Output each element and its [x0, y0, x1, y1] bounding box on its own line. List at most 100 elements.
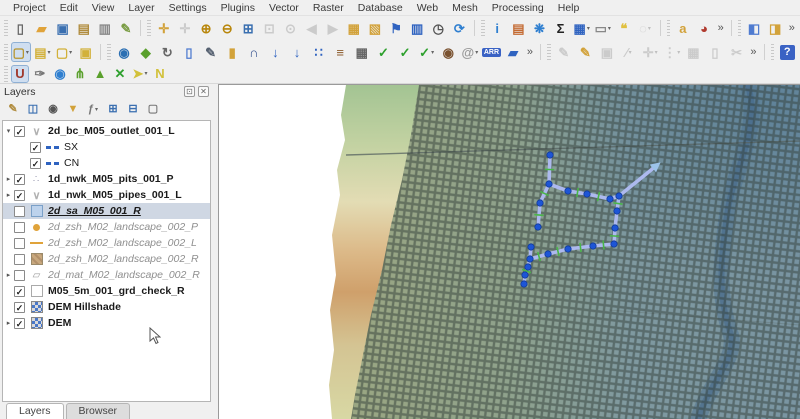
menu-raster[interactable]: Raster: [306, 1, 351, 15]
data-source-manager-icon[interactable]: ◨: [766, 18, 785, 38]
layer-checkbox[interactable]: ✓: [14, 286, 25, 297]
tuflow-doc-icon[interactable]: ▰: [503, 42, 523, 62]
new-project-icon[interactable]: ▯: [11, 18, 30, 38]
add-group-icon[interactable]: ◫: [24, 100, 42, 118]
panel-close-icon[interactable]: ✕: [198, 86, 209, 97]
map-window-icon[interactable]: ▦: [352, 42, 372, 62]
layer-item-2d-zsh-m02-landscape-002-l[interactable]: 2d_zsh_M02_landscape_002_L: [3, 235, 210, 251]
tuflow-reload-data-icon[interactable]: ↻: [158, 42, 178, 62]
identify-features-icon[interactable]: i: [488, 18, 507, 38]
save-layer-edits-icon[interactable]: ▣: [597, 42, 617, 62]
toolbar-overflow-icon[interactable]: »: [715, 22, 727, 34]
current-edits-icon[interactable]: ✎: [554, 42, 574, 62]
delete-selected-icon[interactable]: ▯: [705, 42, 725, 62]
zoom-to-native-icon[interactable]: ⊙: [281, 18, 300, 38]
layer-checkbox[interactable]: ✓: [14, 302, 25, 313]
move-feature-icon[interactable]: ✛▾: [640, 42, 660, 62]
temporal-controller-icon[interactable]: ◷: [429, 18, 448, 38]
enable-tracing-icon[interactable]: ✕: [111, 65, 129, 83]
cut-features-icon[interactable]: ✂: [727, 42, 747, 62]
layer-item-2d-sa-m05-001-r[interactable]: 2d_sa_M05_001_R: [3, 203, 210, 219]
modify-attributes-icon[interactable]: ▦: [684, 42, 704, 62]
zoom-in-icon[interactable]: ⊕: [196, 18, 215, 38]
tuflow-viewer-icon[interactable]: ∩: [244, 42, 264, 62]
layer-checkbox[interactable]: ✓: [30, 158, 41, 169]
open-project-icon[interactable]: ▰: [32, 18, 51, 38]
tuflow-run-icon[interactable]: ◆: [136, 42, 156, 62]
menu-vector[interactable]: Vector: [262, 1, 306, 15]
new-3d-map-view-icon[interactable]: ▧: [365, 18, 384, 38]
arr-attach-icon[interactable]: @▾: [460, 42, 480, 62]
layer-item-2d-mat-m02-landscape-002-r[interactable]: ▸▱2d_mat_M02_landscape_002_R: [3, 267, 210, 283]
menu-plugins[interactable]: Plugins: [214, 1, 262, 15]
add-feature-icon[interactable]: ∕▾: [619, 42, 639, 62]
menu-database[interactable]: Database: [351, 1, 410, 15]
show-statistical-sum-icon[interactable]: Σ: [551, 18, 570, 38]
snap-arrow-tool-icon[interactable]: ➤▾: [131, 65, 149, 83]
layer-item-sx[interactable]: ✓SX: [3, 139, 210, 155]
expander-icon[interactable]: ▸: [3, 191, 14, 199]
stack-layers-icon[interactable]: ≡: [330, 42, 350, 62]
deselect-features-icon[interactable]: ▢▾: [54, 42, 74, 62]
collapse-all-icon[interactable]: ⊟: [124, 100, 142, 118]
import-empty-file-icon[interactable]: ↓: [266, 42, 286, 62]
zoom-out-icon[interactable]: ⊖: [218, 18, 237, 38]
panel-undock-icon[interactable]: ⊡: [184, 86, 195, 97]
nominatim-search-icon[interactable]: ◌▾: [635, 18, 654, 38]
zoom-next-icon[interactable]: ▶: [323, 18, 342, 38]
new-spatial-bookmark-icon[interactable]: ⚑: [386, 18, 405, 38]
tcf-tools-icon[interactable]: ∷: [309, 42, 329, 62]
layer-checkbox[interactable]: ✓: [14, 190, 25, 201]
remove-layer-icon[interactable]: ▢: [144, 100, 162, 118]
layer-checkbox[interactable]: [14, 238, 25, 249]
open-attribute-table-icon[interactable]: ▦▾: [572, 18, 591, 38]
arr-badge-icon[interactable]: ARR: [482, 42, 502, 62]
menu-layer[interactable]: Layer: [121, 1, 161, 15]
tuflow-configure-icon[interactable]: ◉: [114, 42, 134, 62]
show-bookmarks-icon[interactable]: ▥: [408, 18, 427, 38]
expander-icon[interactable]: ▸: [3, 319, 14, 327]
advanced-digitizing-icon[interactable]: ✑: [31, 65, 49, 83]
tab-browser[interactable]: Browser: [66, 403, 131, 419]
manage-map-themes-icon[interactable]: ◉: [44, 100, 62, 118]
menu-help[interactable]: Help: [551, 1, 587, 15]
filter-legend-icon[interactable]: ▼: [64, 100, 82, 118]
expander-icon[interactable]: ▸: [3, 271, 14, 279]
layer-checkbox[interactable]: [14, 254, 25, 265]
check-files-3-icon[interactable]: ✓▾: [417, 42, 437, 62]
expand-all-icon[interactable]: ⊞: [104, 100, 122, 118]
new-map-view-icon[interactable]: ▦: [344, 18, 363, 38]
menu-edit[interactable]: Edit: [53, 1, 85, 15]
processing-toolbox-icon[interactable]: ❋: [530, 18, 549, 38]
refresh-map-icon[interactable]: ⟳: [450, 18, 469, 38]
menu-view[interactable]: View: [85, 1, 122, 15]
tuflow-owl-tool-icon[interactable]: ◉: [438, 42, 458, 62]
tuflow-package-icon[interactable]: ▮: [222, 42, 242, 62]
zoom-to-selection-icon[interactable]: ⊡: [260, 18, 279, 38]
snap-curve-tool-icon[interactable]: N: [151, 65, 169, 83]
new-print-layout-icon[interactable]: ▤: [74, 18, 93, 38]
open-layer-styling-icon[interactable]: ✎: [4, 100, 22, 118]
show-layout-manager-icon[interactable]: ▥: [95, 18, 114, 38]
pan-map-icon[interactable]: ✛: [154, 18, 173, 38]
layer-item-1d-nwk-m05-pits-001-p[interactable]: ▸✓∴1d_nwk_M05_pits_001_P: [3, 171, 210, 187]
select-by-location-icon[interactable]: ▣: [76, 42, 96, 62]
import-attributes-icon[interactable]: ↓: [287, 42, 307, 62]
layer-item-dem-hillshade[interactable]: ✓DEM Hillshade: [3, 299, 210, 315]
menu-mesh[interactable]: Mesh: [445, 1, 485, 15]
tab-layers[interactable]: Layers: [6, 403, 64, 419]
layer-item-cn[interactable]: ✓CN: [3, 155, 210, 171]
check-files-2-icon[interactable]: ✓: [395, 42, 415, 62]
toolbar-overflow-icon[interactable]: »: [747, 46, 759, 58]
expander-icon[interactable]: ▾: [3, 127, 14, 135]
layer-checkbox[interactable]: ✓: [30, 142, 41, 153]
layer-checkbox[interactable]: ✓: [14, 126, 25, 137]
expander-icon[interactable]: ▸: [3, 175, 14, 183]
manage-layers-icon[interactable]: ◧: [744, 18, 763, 38]
layer-item-2d-zsh-m02-landscape-002-r[interactable]: 2d_zsh_M02_landscape_002_R: [3, 251, 210, 267]
layer-checkbox[interactable]: ✓: [14, 174, 25, 185]
select-features-by-value-icon[interactable]: ▤▾: [33, 42, 53, 62]
style-manager-icon[interactable]: ✎: [116, 18, 135, 38]
layer-item-m05-5m-001-grd-check-r[interactable]: ✓M05_5m_001_grd_check_R: [3, 283, 210, 299]
zoom-full-icon[interactable]: ⊞: [239, 18, 258, 38]
